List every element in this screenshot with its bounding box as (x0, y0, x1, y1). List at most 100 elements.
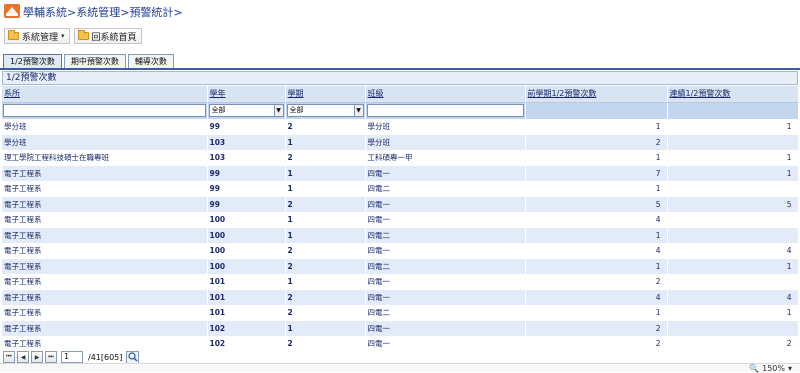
cell-consecutive-count: 1 (667, 305, 799, 321)
header: 學輔系統>系統管理>預警統計> (0, 0, 800, 24)
cell-consecutive-count: 5 (667, 196, 799, 212)
filter-blank (667, 102, 799, 119)
cell-year: 99 (207, 165, 286, 181)
table-row[interactable]: 電子工程系 99 1 四電一 7 1 (2, 165, 799, 181)
search-icon[interactable] (126, 350, 140, 364)
cell-consecutive-count: 2 (667, 336, 799, 352)
term-filter-value: 全部 (289, 106, 304, 115)
cell-class: 四電二 (365, 305, 526, 321)
prev-page-icon[interactable]: ◀ (17, 351, 29, 363)
first-page-icon[interactable]: ⏮ (3, 351, 15, 363)
cell-prev-term-count: 2 (525, 274, 668, 290)
cell-term: 2 (285, 258, 366, 274)
cell-year: 101 (207, 274, 286, 290)
table-row[interactable]: 電子工程系 102 1 四電一 2 (2, 320, 799, 336)
last-page-icon[interactable]: ⏭ (45, 351, 57, 363)
folder-icon (8, 30, 19, 40)
cell-consecutive-count (667, 227, 799, 243)
table-row[interactable]: 電子工程系 99 2 四電一 5 5 (2, 196, 799, 212)
table-row[interactable]: 電子工程系 101 1 四電一 2 (2, 274, 799, 290)
cell-term: 2 (285, 243, 366, 259)
table-row[interactable]: 學分班 103 1 學分班 2 (2, 134, 799, 150)
table-row[interactable]: 電子工程系 100 2 四電二 1 1 (2, 258, 799, 274)
year-filter-select[interactable]: 全部 ▼ (208, 104, 284, 118)
breadcrumb-item-warning-stats[interactable]: 預警統計 (129, 6, 173, 19)
table-row[interactable]: 電子工程系 101 2 四電一 4 4 (2, 289, 799, 305)
home-button[interactable]: 回系統首頁 (73, 28, 142, 44)
cell-term: 1 (285, 181, 366, 197)
year-filter-value: 全部 (211, 106, 226, 115)
cell-year: 100 (207, 212, 286, 228)
cell-department: 學分班 (2, 134, 208, 150)
cell-year: 103 (207, 134, 286, 150)
cell-class: 四電一 (365, 243, 526, 259)
cell-department: 電子工程系 (2, 212, 208, 228)
column-header-consecutive-count[interactable]: 連續1/2預警次數 (667, 86, 799, 103)
home-label: 回系統首頁 (91, 32, 137, 43)
term-filter-select[interactable]: 全部 ▼ (286, 104, 364, 118)
breadcrumb-item-system[interactable]: 學輔系統 (23, 6, 67, 19)
tab-midterm-warning[interactable]: 期中預警次數 (63, 54, 126, 68)
cell-department: 電子工程系 (2, 258, 208, 274)
cell-class: 學分班 (365, 134, 526, 150)
table-row[interactable]: 學分班 99 2 學分班 1 1 (2, 119, 799, 135)
cell-department: 電子工程系 (2, 320, 208, 336)
data-grid: 系所 學年 學期 班級 前學期1/2預警次數 連續1/2預警次數 全部 ▼ 全部 ▼… (2, 86, 799, 352)
table-row[interactable]: 電子工程系 100 1 四電一 4 (2, 212, 799, 228)
department-filter-input[interactable] (3, 104, 206, 118)
column-header-year[interactable]: 學年 (207, 86, 286, 103)
column-header-prev-term-count[interactable]: 前學期1/2預警次數 (525, 86, 668, 103)
table-row[interactable]: 理工學院工程科技碩士在職專班 103 2 工科碩專一甲 1 1 (2, 150, 799, 166)
toolbar: 系統管理 ▾ 回系統首頁 (4, 28, 142, 44)
cell-term: 2 (285, 150, 366, 166)
breadcrumb-separator: > (173, 6, 183, 19)
next-page-icon[interactable]: ▶ (31, 351, 43, 363)
cell-term: 1 (285, 212, 366, 228)
cell-year: 103 (207, 150, 286, 166)
table-row[interactable]: 電子工程系 100 1 四電二 1 (2, 227, 799, 243)
cell-class: 四電一 (365, 274, 526, 290)
panel-title: 1/2預警次數 (2, 71, 798, 85)
cell-term: 2 (285, 336, 366, 352)
tab-counseling[interactable]: 輔導次數 (127, 54, 174, 68)
cell-year: 101 (207, 305, 286, 321)
page-number-input[interactable]: 1 (61, 351, 83, 363)
class-filter-input[interactable] (366, 104, 524, 118)
system-manage-menu-button[interactable]: 系統管理 ▾ (4, 28, 70, 44)
cell-prev-term-count: 1 (525, 181, 668, 197)
table-row[interactable]: 電子工程系 100 2 四電一 4 4 (2, 243, 799, 259)
cell-prev-term-count: 2 (525, 320, 668, 336)
cell-prev-term-count: 1 (525, 227, 668, 243)
cell-term: 1 (285, 134, 366, 150)
cell-consecutive-count: 4 (667, 289, 799, 305)
table-row[interactable]: 電子工程系 101 2 四電二 1 1 (2, 305, 799, 321)
column-header-department[interactable]: 系所 (2, 86, 208, 103)
breadcrumb-separator: > (67, 6, 77, 19)
cell-department: 電子工程系 (2, 196, 208, 212)
cell-year: 102 (207, 320, 286, 336)
table-row[interactable]: 電子工程系 99 1 四電二 1 (2, 181, 799, 197)
cell-department: 電子工程系 (2, 305, 208, 321)
cell-class: 四電一 (365, 165, 526, 181)
cell-prev-term-count: 1 (525, 305, 668, 321)
cell-year: 99 (207, 181, 286, 197)
folder-icon (77, 30, 89, 40)
column-header-term[interactable]: 學期 (285, 86, 366, 103)
cell-consecutive-count: 1 (667, 119, 799, 135)
cell-consecutive-count (667, 134, 799, 150)
cell-term: 1 (285, 227, 366, 243)
cell-prev-term-count: 5 (525, 196, 668, 212)
cell-department: 電子工程系 (2, 181, 208, 197)
header-row: 系所 學年 學期 班級 前學期1/2預警次數 連續1/2預警次數 (2, 86, 799, 103)
tab-half-warning[interactable]: 1/2預警次數 (3, 54, 62, 68)
cell-department: 電子工程系 (2, 243, 208, 259)
breadcrumb-item-admin[interactable]: 系統管理 (76, 6, 120, 19)
cell-consecutive-count: 1 (667, 258, 799, 274)
cell-prev-term-count: 1 (525, 119, 668, 135)
cell-year: 100 (207, 243, 286, 259)
column-header-class[interactable]: 班級 (365, 86, 526, 103)
cell-consecutive-count (667, 181, 799, 197)
cell-consecutive-count: 1 (667, 165, 799, 181)
cell-prev-term-count: 2 (525, 336, 668, 352)
cell-class: 工科碩專一甲 (365, 150, 526, 166)
